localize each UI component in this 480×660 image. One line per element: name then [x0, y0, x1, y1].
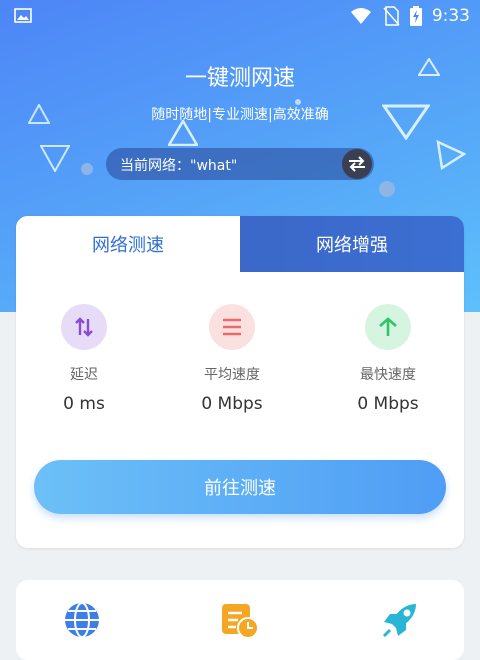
page-title: 一键测网速	[184, 66, 295, 91]
decor-triangle-icon	[40, 145, 70, 172]
up-down-arrows-icon	[75, 317, 93, 337]
rocket-icon[interactable]	[380, 600, 420, 640]
current-network-label: 当前网络："what"	[120, 158, 238, 174]
tools-card	[16, 580, 464, 660]
decor-dot-icon	[379, 181, 395, 197]
hamburger-lines-icon	[223, 318, 241, 336]
decor-triangle-icon	[436, 140, 466, 170]
max-speed-value: 0 Mbps	[357, 394, 419, 414]
latency-label: 延迟	[70, 367, 98, 383]
average-speed-label: 平均速度	[204, 367, 260, 383]
no-sim-icon	[383, 6, 400, 26]
metric-average-speed: 平均速度 0 Mbps	[172, 304, 292, 414]
page-subtitle: 随时随地|专业测速|高效准确	[151, 107, 329, 123]
swap-arrows-icon	[349, 156, 365, 172]
speed-test-card: 网络测速 网络增强 延迟 0 ms 平均速度 0 Mbps 最快速度 0 Mbp…	[16, 216, 464, 548]
battery-charging-icon	[409, 6, 422, 26]
schedule-clock-icon[interactable]	[220, 600, 260, 640]
average-speed-value: 0 Mbps	[201, 394, 263, 414]
metric-latency: 延迟 0 ms	[24, 304, 144, 414]
decor-dot-icon	[81, 163, 93, 175]
wifi-icon	[350, 8, 371, 24]
globe-icon[interactable]	[62, 600, 102, 640]
tab-network-boost[interactable]: 网络增强	[240, 216, 464, 272]
arrow-up-icon	[379, 317, 397, 336]
latency-value: 0 ms	[63, 394, 105, 414]
latency-icon-circle	[61, 304, 107, 350]
metric-max-speed: 最快速度 0 Mbps	[328, 304, 448, 414]
max-speed-label: 最快速度	[360, 367, 416, 383]
tab-speed-test[interactable]: 网络测速	[16, 216, 240, 272]
status-time: 9:33	[431, 6, 470, 26]
start-speed-test-button[interactable]: 前往测速	[34, 460, 446, 514]
image-notification-icon	[14, 8, 32, 23]
status-bar: 9:33	[0, 0, 480, 32]
current-network-bar[interactable]: 当前网络："what"	[106, 148, 374, 180]
max-speed-icon-circle	[365, 304, 411, 350]
average-speed-icon-circle	[209, 304, 255, 350]
switch-network-button[interactable]	[342, 149, 372, 179]
